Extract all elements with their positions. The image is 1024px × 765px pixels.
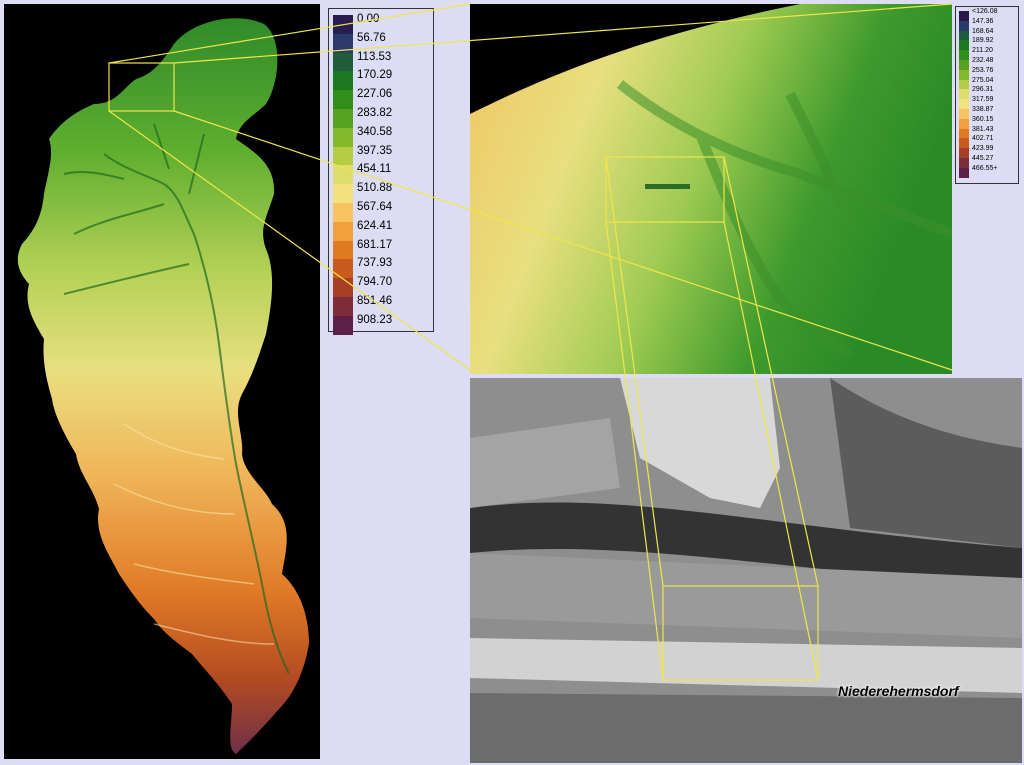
legend-label: 317.59 (972, 96, 994, 104)
legend-swatch (333, 184, 353, 204)
legend-label: 147.36 (972, 17, 994, 25)
legend-label: 737.93 (357, 257, 393, 270)
legend-swatch (333, 203, 353, 222)
legend-label: 381.43 (972, 125, 994, 133)
legend-label: 170.29 (357, 69, 393, 82)
legend-swatch (959, 50, 969, 61)
legend-swatch (959, 30, 969, 41)
legend-swatch (959, 79, 969, 90)
zoomed-elevation-map (470, 4, 952, 374)
aerial-photo (470, 378, 1022, 763)
village-area (470, 693, 1022, 763)
legend-label: 283.82 (357, 107, 393, 119)
legend-swatch (333, 221, 353, 241)
legend-swatch (333, 165, 353, 185)
legend-label: 567.64 (357, 201, 393, 213)
legend-swatch (959, 40, 969, 51)
legend-swatch (333, 278, 353, 298)
legend-label: 454.11 (357, 163, 392, 176)
zoom-color-ramp (959, 11, 969, 179)
catchment-elevation-map (4, 4, 320, 759)
legend-label: 232.48 (972, 57, 994, 64)
legend-swatch (333, 146, 353, 166)
legend-label: 253.76 (972, 66, 994, 74)
elevation-legend: 0.00 56.76 113.53 170.29 227.06 283.82 340.58 3… (328, 8, 434, 335)
legend-label: 402.71 (972, 135, 994, 143)
legend-label: 423.99 (972, 145, 994, 153)
legend-label: 340.58 (357, 125, 393, 138)
legend-label: 227.06 (357, 88, 393, 101)
legend-swatch (959, 167, 969, 178)
legend-swatch (333, 33, 353, 53)
legend-swatch (959, 69, 969, 80)
legend-label: 168.64 (972, 27, 994, 35)
legend-label: 56.76 (357, 31, 386, 44)
legend-swatch (333, 259, 353, 279)
legend-swatch (959, 109, 969, 119)
legend-swatch (333, 52, 353, 72)
legend-swatch (959, 148, 969, 159)
legend-swatch (333, 315, 353, 335)
legend-swatch (333, 127, 353, 147)
legend-label: 275.04 (972, 76, 994, 84)
legend-swatch (333, 71, 353, 91)
legend-label: 510.88 (357, 182, 393, 195)
legend-label: 624.41 (357, 219, 393, 232)
legend-label: 211.20 (972, 47, 993, 55)
legend-label: 794.70 (357, 276, 393, 289)
legend-swatch (959, 158, 969, 168)
legend-label: 0.00 (357, 13, 380, 25)
legend-label: 681.17 (357, 238, 393, 251)
zoom-elevation-legend: <126.08 147.36 168.64 189.92 211.20 232.48 253… (955, 6, 1019, 184)
place-name-label: Niederehermsdorf (838, 683, 959, 699)
legend-swatch (333, 90, 353, 110)
legend-label: 113.53 (357, 50, 392, 63)
legend-swatch (959, 20, 969, 31)
legend-label: 189.92 (972, 37, 994, 45)
legend-swatch (959, 60, 969, 70)
legend-label: 338.87 (972, 106, 994, 113)
legend-label: 908.23 (357, 313, 393, 326)
legend-swatch (959, 118, 969, 129)
legend-swatch (959, 11, 969, 21)
zoomed-terrain (470, 4, 952, 374)
legend-label: 851.46 (357, 295, 393, 307)
legend-swatch (333, 109, 353, 128)
catchment-map-graphic (17, 18, 309, 755)
excavation-mark (645, 184, 690, 189)
legend-swatch (959, 138, 969, 149)
legend-label: 445.27 (972, 155, 994, 162)
legend-swatch (333, 297, 353, 316)
legend-swatch (959, 128, 969, 139)
legend-swatch (959, 99, 969, 110)
legend-swatch (959, 89, 969, 100)
legend-swatch (333, 15, 353, 34)
legend-label: 397.35 (357, 144, 393, 157)
aerial-photo-graphic (470, 378, 1022, 763)
zoomed-map-graphic (470, 4, 952, 374)
elevation-color-ramp (333, 15, 353, 335)
legend-swatch (333, 240, 353, 260)
legend-label: 360.15 (972, 115, 994, 123)
legend-label: 466.55+ (972, 164, 998, 172)
legend-label: <126.08 (972, 8, 998, 15)
legend-label: 296.31 (972, 86, 994, 94)
